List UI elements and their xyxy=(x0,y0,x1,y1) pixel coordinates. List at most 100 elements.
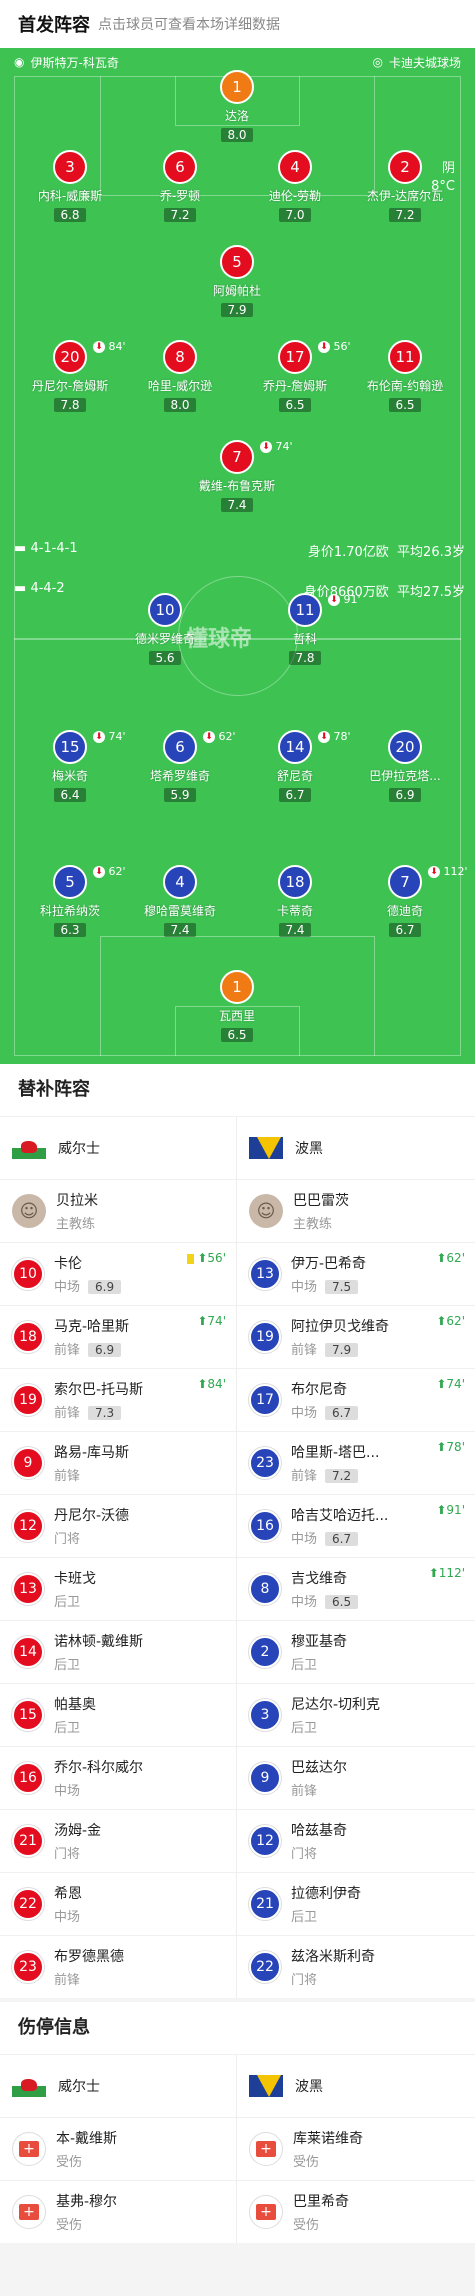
sub-in-icon: ⬆ xyxy=(436,1251,447,1265)
player-number: 1 xyxy=(220,970,254,1004)
player-number: 1 xyxy=(220,70,254,104)
player-name: 德米罗维奇 xyxy=(134,632,195,646)
player-away[interactable]: 15 ⬇ 74' 梅米奇 6.4 xyxy=(10,730,130,803)
player-rating: 6.5 xyxy=(325,1595,359,1609)
sub-player-row[interactable]: 19 索尔巴-托马斯 前锋 7.3 ⬆84' xyxy=(0,1368,236,1431)
injury-row[interactable]: + 库莱诺维奇 受伤 xyxy=(237,2117,475,2180)
player-number: 7 ⬇ 112' xyxy=(388,865,468,899)
sub-player-row[interactable]: 23 哈里斯-塔巴... 前锋 7.2 ⬆78' xyxy=(237,1431,475,1494)
player-home[interactable]: 8 哈里-威尔逊 8.0 xyxy=(120,340,240,413)
sub-player-row[interactable]: 10 卡伦 中场 6.9 ⬆56' xyxy=(0,1242,236,1305)
player-away[interactable]: 4 穆哈雷莫维奇 7.4 xyxy=(120,865,240,938)
subs-grid: 威尔士 ☺ 贝拉米 主教练 10 卡伦 中场 6.9 ⬆56' 18 马克-哈里斯 前锋… xyxy=(0,1116,475,1998)
player-away[interactable]: 7 ⬇ 112' 德迪奇 6.7 xyxy=(345,865,468,938)
sub-player-row[interactable]: 18 马克-哈里斯 前锋 6.9 ⬆74' xyxy=(0,1305,236,1368)
player-home[interactable]: 4 迪伦-劳勒 7.0 xyxy=(235,150,355,223)
wales-flag-icon: ▬ xyxy=(14,541,27,556)
away-venue: ◎ 卡迪夫城球场 xyxy=(373,54,462,71)
player-position: 门将 xyxy=(291,1973,318,1988)
sub-in-icon: ⬆ xyxy=(436,1503,447,1517)
player-home[interactable]: 1 达洛 8.0 xyxy=(177,70,297,143)
player-number: 10 xyxy=(12,1258,44,1290)
sub-player-row[interactable]: 12 哈兹基奇 门将 xyxy=(237,1809,475,1872)
sub-player-row[interactable]: 9 巴兹达尔 前锋 xyxy=(237,1746,475,1809)
player-rating: 7.8 xyxy=(54,398,86,412)
player-number: 14 xyxy=(12,1636,44,1668)
away-coach-row[interactable]: ☺ 巴巴雷茨 主教练 xyxy=(237,1179,475,1242)
player-rating: 6.8 xyxy=(54,208,86,222)
player-name: 哈里-威尔逊 xyxy=(147,379,213,393)
player-number: 17 xyxy=(249,1384,281,1416)
sub-player-row[interactable]: 21 拉德利伊奇 后卫 xyxy=(237,1872,475,1935)
coach-role: 主教练 xyxy=(293,1217,333,1232)
sub-player-row[interactable]: 21 汤姆-金 门将 xyxy=(0,1809,236,1872)
injury-row[interactable]: + 本-戴维斯 受伤 xyxy=(0,2117,236,2180)
medical-icon: + xyxy=(249,2132,283,2166)
sub-in-icon: ⬆ xyxy=(197,1377,208,1391)
sub-in-event: ⬆78' xyxy=(436,1440,465,1454)
sub-player-row[interactable]: 8 吉戈维奇 中场 6.5 ⬆112' xyxy=(237,1557,475,1620)
sub-player-row[interactable]: 13 伊万-巴希奇 中场 7.5 ⬆62' xyxy=(237,1242,475,1305)
player-away[interactable]: 5 ⬇ 62' 科拉希纳茨 6.3 xyxy=(10,865,130,938)
player-name: 巴兹达尔 xyxy=(291,1760,347,1776)
player-home[interactable]: 7 ⬇ 74' 戴维-布鲁克斯 7.4 xyxy=(177,440,297,513)
sub-player-row[interactable]: 22 兹洛米斯利奇 门将 xyxy=(237,1935,475,1998)
player-away[interactable]: 11 ⬇ 91' 哲科 7.8 xyxy=(245,593,365,666)
player-name: 迪伦-劳勒 xyxy=(268,189,322,203)
sub-player-row[interactable]: 9 路易-库马斯 前锋 xyxy=(0,1431,236,1494)
sub-player-row[interactable]: 13 卡班戈 后卫 xyxy=(0,1557,236,1620)
home-subs: 威尔士 ☺ 贝拉米 主教练 10 卡伦 中场 6.9 ⬆56' 18 马克-哈里斯 前锋… xyxy=(0,1116,237,1998)
injury-row[interactable]: + 基弗-穆尔 受伤 xyxy=(0,2180,236,2243)
player-away[interactable]: 14 ⬇ 78' 舒尼奇 6.7 xyxy=(235,730,355,803)
sub-player-row[interactable]: 23 布罗德黑德 前锋 xyxy=(0,1935,236,1998)
player-position: 后卫 xyxy=(54,1721,81,1736)
player-home[interactable]: 2 杰伊-达席尔瓦 7.2 xyxy=(345,150,465,223)
sub-player-row[interactable]: 14 诺林顿-戴维斯 后卫 xyxy=(0,1620,236,1683)
sub-player-row[interactable]: 3 尼达尔-切利克 后卫 xyxy=(237,1683,475,1746)
player-home[interactable]: 11 布伦南-约翰逊 6.5 xyxy=(345,340,465,413)
player-rating: 8.0 xyxy=(221,128,253,142)
player-home[interactable]: 3 内科-威廉斯 6.8 xyxy=(10,150,130,223)
sub-player-row[interactable]: 12 丹尼尔-沃德 门将 xyxy=(0,1494,236,1557)
sub-player-row[interactable]: 16 哈吉艾哈迈托... 中场 6.7 ⬆91' xyxy=(237,1494,475,1557)
sub-player-row[interactable]: 15 帕基奥 后卫 xyxy=(0,1683,236,1746)
home-team-row: 威尔士 xyxy=(0,1116,236,1179)
player-away[interactable]: 6 ⬇ 62' 塔希罗维奇 5.9 xyxy=(120,730,240,803)
player-away[interactable]: 20 巴伊拉克塔... 6.9 xyxy=(345,730,465,803)
player-name: 吉戈维奇 xyxy=(291,1571,347,1587)
home-formation: ▬ 4-1-4-1 身价1.70亿欧 平均26.3岁 xyxy=(14,541,465,560)
home-coach-row[interactable]: ☺ 贝拉米 主教练 xyxy=(0,1179,236,1242)
sub-event: ⬇ 74' xyxy=(260,440,293,453)
injury-row[interactable]: + 巴里希奇 受伤 xyxy=(237,2180,475,2243)
sub-player-row[interactable]: 2 穆亚基奇 后卫 xyxy=(237,1620,475,1683)
home-team-name: 威尔士 xyxy=(58,2079,100,2095)
player-name: 杰伊-达席尔瓦 xyxy=(366,189,444,203)
player-number: 9 xyxy=(249,1762,281,1794)
player-away[interactable]: 18 卡蒂奇 7.4 xyxy=(235,865,355,938)
away-form: 4-4-2 xyxy=(30,581,65,596)
sub-player-row[interactable]: 22 希恩 中场 xyxy=(0,1872,236,1935)
player-position: 中场 xyxy=(54,1784,81,1799)
sub-player-row[interactable]: 16 乔尔-科尔威尔 中场 xyxy=(0,1746,236,1809)
player-number: 12 xyxy=(249,1825,281,1857)
player-away[interactable]: 10 德米罗维奇 5.6 xyxy=(105,593,225,666)
sub-player-row[interactable]: 19 阿拉伊贝戈维奇 前锋 7.9 ⬆62' xyxy=(237,1305,475,1368)
player-name: 基弗-穆尔 xyxy=(56,2194,118,2210)
player-number: 19 xyxy=(249,1321,281,1353)
away-team-row: 波黑 xyxy=(237,1116,475,1179)
player-home[interactable]: 6 乔-罗顿 7.2 xyxy=(120,150,240,223)
player-rating: 7.2 xyxy=(325,1469,359,1483)
player-home[interactable]: 5 阿姆帕杜 7.9 xyxy=(177,245,297,318)
player-number: 15 ⬇ 74' xyxy=(53,730,126,764)
player-home[interactable]: 17 ⬇ 56' 乔丹-詹姆斯 6.5 xyxy=(235,340,355,413)
player-home[interactable]: 20 ⬇ 84' 丹尼尔-詹姆斯 7.8 xyxy=(10,340,130,413)
player-position: 后卫 xyxy=(291,1658,318,1673)
player-rating: 6.7 xyxy=(325,1406,359,1420)
player-name: 兹洛米斯利奇 xyxy=(291,1949,375,1965)
player-away[interactable]: 1 瓦西里 6.5 xyxy=(177,970,297,1043)
bosnia-flag-icon xyxy=(249,2075,283,2097)
player-number: 6 xyxy=(163,150,197,184)
sub-in-event: ⬆91' xyxy=(436,1503,465,1517)
sub-player-row[interactable]: 17 布尔尼奇 中场 6.7 ⬆74' xyxy=(237,1368,475,1431)
away-age: 平均27.5岁 xyxy=(397,585,465,600)
